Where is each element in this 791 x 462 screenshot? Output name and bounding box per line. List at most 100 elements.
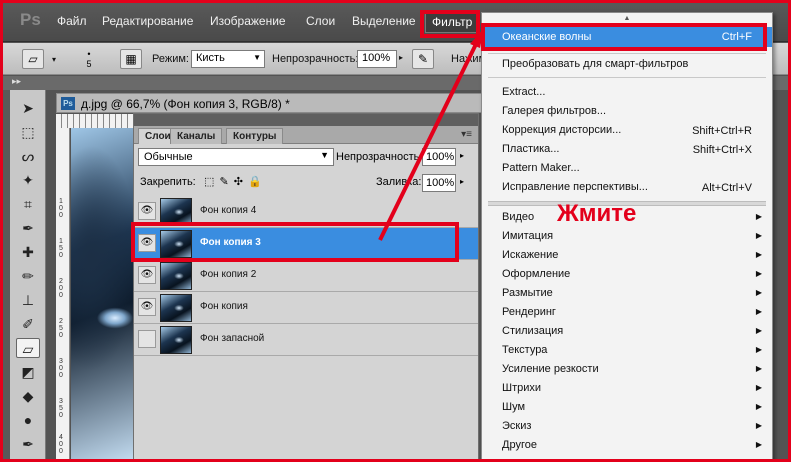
tab-channels[interactable]: Каналы bbox=[170, 128, 223, 144]
menu-item-label: Рендеринг bbox=[502, 306, 556, 318]
submenu-other[interactable]: Другое ▶ bbox=[482, 437, 772, 455]
layer-name: Фон копия 2 bbox=[200, 269, 257, 280]
tab-paths[interactable]: Контуры bbox=[226, 128, 284, 144]
ruler-mark: 250 bbox=[59, 318, 63, 339]
submenu-pixelate[interactable]: Оформление ▶ bbox=[482, 266, 772, 284]
chevron-right-icon: ▶ bbox=[755, 421, 762, 430]
marquee-tool-icon[interactable]: ⬚ bbox=[16, 122, 40, 142]
blur-tool-icon[interactable]: ◆ bbox=[16, 386, 40, 406]
panel-menu-icon[interactable]: ▾≡ bbox=[461, 129, 472, 140]
collapse-icon[interactable]: ▸▸ bbox=[12, 76, 21, 87]
brush-panel-icon[interactable]: ▦ bbox=[120, 49, 142, 69]
menu-file[interactable]: Файл bbox=[57, 14, 87, 28]
brush-size-preview[interactable]: • 5 bbox=[74, 49, 104, 69]
eraser-tool-icon[interactable]: ▱ bbox=[22, 49, 44, 69]
eye-icon[interactable]: 👁 bbox=[138, 266, 156, 284]
layer-opacity-field[interactable]: 100% bbox=[422, 148, 456, 166]
document-tab[interactable]: Ps д.jpg @ 66,7% (Фон копия 3, RGB/8) * bbox=[56, 93, 486, 113]
chevron-right-icon: ▶ bbox=[755, 440, 762, 449]
menu-item-filter-gallery[interactable]: Галерея фильтров... bbox=[482, 103, 772, 121]
layer-name: Фон копия 3 bbox=[200, 237, 261, 248]
layer-thumbnail bbox=[160, 262, 192, 290]
opacity-field[interactable]: 100% bbox=[357, 50, 397, 68]
submenu-artistic[interactable]: Имитация ▶ bbox=[482, 228, 772, 246]
menu-item-extract[interactable]: Extract... bbox=[482, 84, 772, 102]
menu-item-label: Галерея фильтров... bbox=[502, 105, 607, 117]
fill-field[interactable]: 100% bbox=[422, 174, 456, 192]
move-tool-icon[interactable]: ➤ bbox=[16, 98, 40, 118]
blend-mode-select[interactable]: Обычные ▼ bbox=[138, 148, 334, 166]
menu-item-last-filter[interactable]: Океанские волны Ctrl+F bbox=[482, 27, 772, 47]
vertical-ruler: 100 150 200 250 300 350 400 bbox=[56, 128, 70, 462]
ruler-mark: 350 bbox=[59, 398, 63, 419]
menu-select[interactable]: Выделение bbox=[352, 14, 416, 28]
layer-name: Фон копия bbox=[200, 301, 248, 312]
left-gutter bbox=[0, 90, 10, 462]
menu-item-shortcut: Shift+Ctrl+X bbox=[692, 144, 752, 156]
eye-icon[interactable]: 👁 bbox=[138, 202, 156, 220]
menu-image[interactable]: Изображение bbox=[210, 14, 286, 28]
menu-layers[interactable]: Слои bbox=[306, 14, 335, 28]
lock-icons[interactable]: ⬚ ✎ ✣ 🔒 bbox=[204, 175, 263, 188]
layer-row[interactable]: · Фон запасной bbox=[134, 324, 478, 356]
layer-row-selected[interactable]: 👁 Фон копия 3 bbox=[134, 228, 478, 260]
submenu-stylize[interactable]: Стилизация ▶ bbox=[482, 323, 772, 341]
eyedropper-tool-icon[interactable]: ✒ bbox=[16, 218, 40, 238]
chevron-right-icon: ▶ bbox=[755, 307, 762, 316]
menu-item-liquify[interactable]: Пластика... Shift+Ctrl+X bbox=[482, 141, 772, 159]
healing-brush-icon[interactable]: ✚ bbox=[16, 242, 40, 262]
gradient-tool-icon[interactable]: ◩ bbox=[16, 362, 40, 382]
mode-value: Кисть bbox=[196, 52, 225, 64]
submenu-blur[interactable]: Размытие ▶ bbox=[482, 285, 772, 303]
submenu-texture[interactable]: Текстура ▶ bbox=[482, 342, 772, 360]
menu-item-smart-filters[interactable]: Преобразовать для смарт-фильтров bbox=[482, 56, 772, 74]
pen-tool-icon[interactable]: ✒ bbox=[16, 434, 40, 454]
layer-row[interactable]: 👁 Фон копия 2 bbox=[134, 260, 478, 292]
airbrush-icon[interactable]: ✎ bbox=[412, 49, 434, 69]
preset-dropdown-icon[interactable]: ▾ bbox=[52, 55, 56, 64]
ruler-mark: 300 bbox=[59, 358, 63, 379]
layer-row[interactable]: 👁 Фон копия 4 bbox=[134, 196, 478, 228]
filter-menu: ▲ Океанские волны Ctrl+F Преобразовать д… bbox=[481, 12, 773, 462]
eraser-tool-button[interactable]: ▱ bbox=[16, 338, 40, 358]
panel-header-bar bbox=[134, 114, 478, 126]
crop-tool-icon[interactable]: ⌗ bbox=[16, 194, 40, 214]
menu-item-label: Pattern Maker... bbox=[502, 162, 580, 174]
fill-slider-icon[interactable]: ▸ bbox=[460, 177, 464, 186]
submenu-brush-strokes[interactable]: Штрихи ▶ bbox=[482, 380, 772, 398]
history-brush-icon[interactable]: ✐ bbox=[16, 314, 40, 334]
eye-icon[interactable]: 👁 bbox=[138, 234, 156, 252]
horizontal-ruler bbox=[56, 114, 136, 128]
submenu-distort[interactable]: Искажение ▶ bbox=[482, 247, 772, 265]
brush-tool-icon[interactable]: ✏ bbox=[16, 266, 40, 286]
layer-row[interactable]: 👁 Фон копия bbox=[134, 292, 478, 324]
mode-select[interactable]: Кисть ▼ bbox=[191, 50, 265, 68]
lasso-tool-icon[interactable]: ᔕ bbox=[16, 146, 40, 166]
menu-item-pattern-maker[interactable]: Pattern Maker... bbox=[482, 160, 772, 178]
quick-select-icon[interactable]: ✦ bbox=[16, 170, 40, 190]
dodge-tool-icon[interactable]: ● bbox=[16, 410, 40, 430]
chevron-right-icon: ▶ bbox=[755, 269, 762, 278]
menu-item-label: Коррекция дисторсии... bbox=[502, 124, 622, 136]
eye-icon[interactable]: 👁 bbox=[138, 298, 156, 316]
submenu-render[interactable]: Рендеринг ▶ bbox=[482, 304, 772, 322]
blend-mode-value: Обычные bbox=[144, 151, 193, 163]
menu-edit[interactable]: Редактирование bbox=[102, 14, 193, 28]
ps-document-icon: Ps bbox=[61, 97, 75, 110]
submenu-sharpen[interactable]: Усиление резкости ▶ bbox=[482, 361, 772, 379]
scroll-up-icon[interactable]: ▲ bbox=[482, 13, 772, 25]
submenu-sketch[interactable]: Эскиз ▶ bbox=[482, 418, 772, 436]
menu-item-shortcut: Ctrl+F bbox=[721, 31, 752, 43]
eye-hidden-icon[interactable]: · bbox=[138, 330, 156, 348]
document-canvas[interactable] bbox=[71, 128, 133, 462]
layers-panel: Слои Каналы Контуры ▾≡ Обычные ▼ Непрозр… bbox=[133, 113, 479, 462]
menu-item-label: Extract... bbox=[502, 86, 546, 98]
stamp-tool-icon[interactable]: ⊥ bbox=[16, 290, 40, 310]
menu-filter[interactable]: Фильтр bbox=[425, 11, 480, 33]
opacity-dropdown-icon[interactable]: ▸ bbox=[399, 53, 403, 62]
menu-item-vanishing-point[interactable]: Исправление перспективы... Alt+Ctrl+V bbox=[482, 179, 772, 197]
opacity-slider-icon[interactable]: ▸ bbox=[460, 151, 464, 160]
submenu-noise[interactable]: Шум ▶ bbox=[482, 399, 772, 417]
menu-item-label: Шум bbox=[502, 401, 526, 413]
menu-item-lens-correction[interactable]: Коррекция дисторсии... Shift+Ctrl+R bbox=[482, 122, 772, 140]
